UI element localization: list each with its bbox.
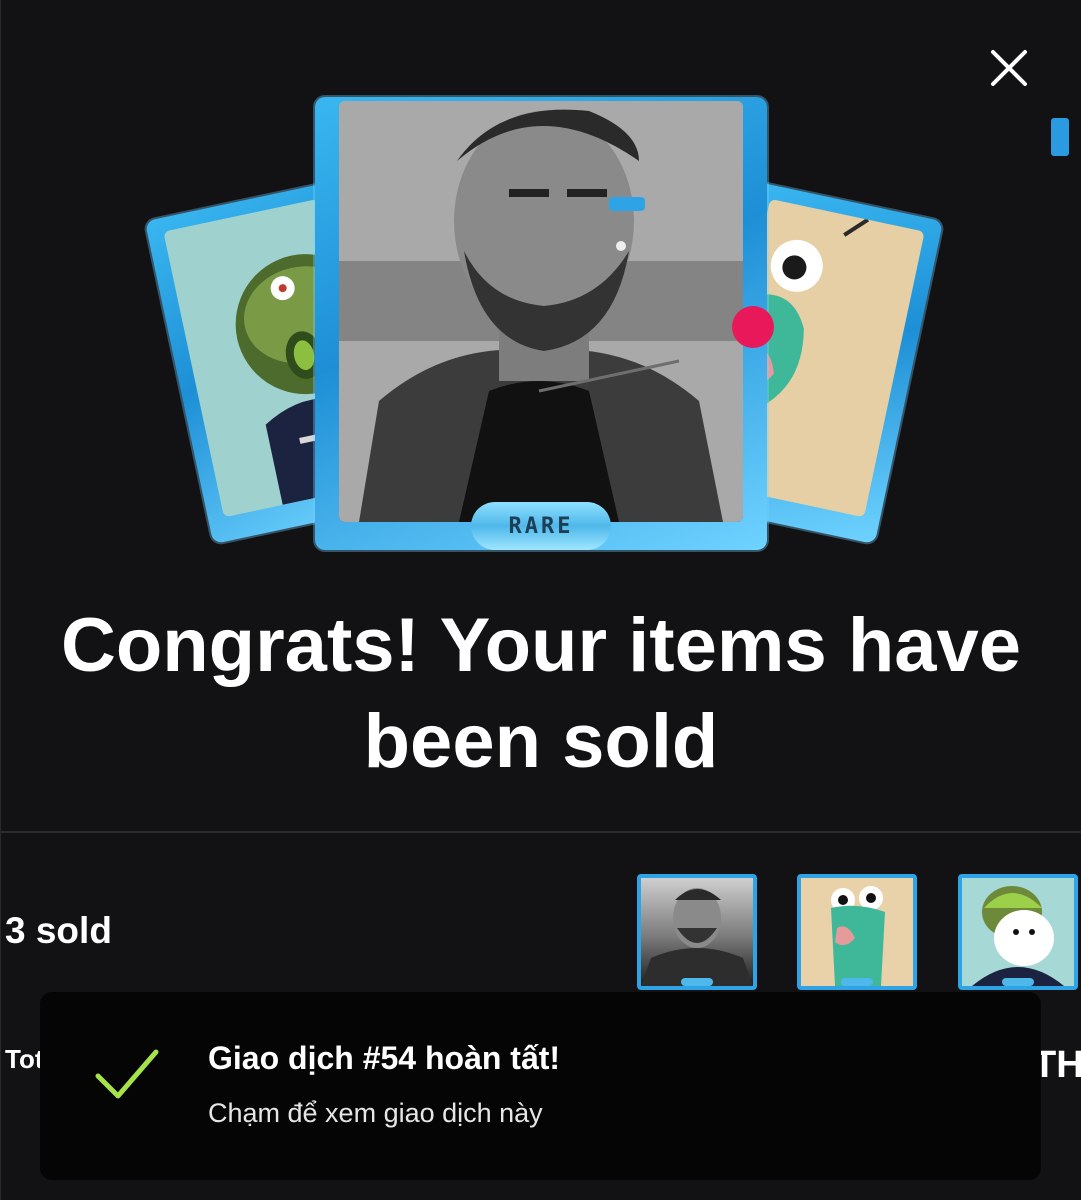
page-title: Congrats! Your items have been sold xyxy=(60,603,1022,784)
decorative-dot xyxy=(732,306,774,348)
sold-item-thumbnail[interactable] xyxy=(797,874,917,990)
decorative-tab xyxy=(1051,118,1069,156)
nft-card-featured xyxy=(315,97,767,550)
toast-subtitle: Chạm để xem giao dịch này xyxy=(208,1098,543,1128)
toast-title: Giao dịch #54 hoàn tất! xyxy=(208,1040,561,1076)
close-button[interactable] xyxy=(983,42,1035,94)
sold-count: 3 sold xyxy=(5,910,112,951)
transaction-toast[interactable]: Giao dịch #54 hoàn tất! Chạm để xem giao… xyxy=(40,992,1041,1180)
close-icon xyxy=(991,50,1027,86)
sold-item-thumbnail[interactable] xyxy=(637,874,757,990)
total-label: Tot xyxy=(5,1044,44,1074)
divider xyxy=(1,831,1081,833)
rarity-badge: RARE xyxy=(471,502,611,550)
checkmark-icon xyxy=(95,1049,159,1099)
nft-card-featured-image xyxy=(339,101,743,522)
sold-item-thumbnail[interactable] xyxy=(958,874,1078,990)
